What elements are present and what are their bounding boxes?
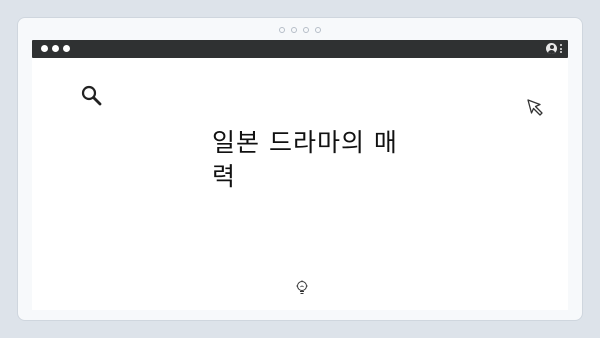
browser-content: 일본 드라마의 매력 xyxy=(32,58,568,310)
cursor-arrow-icon xyxy=(527,99,543,116)
indicator-dot xyxy=(291,27,297,33)
profile-icon[interactable] xyxy=(546,43,557,54)
search-icon xyxy=(81,85,102,106)
frame-indicator-dots xyxy=(279,27,321,33)
window-maximize-dot[interactable] xyxy=(63,45,70,52)
indicator-dot xyxy=(315,27,321,33)
window-controls xyxy=(41,45,70,52)
browser-bar-actions xyxy=(546,43,562,54)
kebab-menu-icon[interactable] xyxy=(560,44,562,53)
indicator-dot xyxy=(279,27,285,33)
window-close-dot[interactable] xyxy=(41,45,48,52)
window-minimize-dot[interactable] xyxy=(52,45,59,52)
browser-title-bar xyxy=(32,40,568,58)
lightbulb-icon xyxy=(296,280,308,294)
page-title: 일본 드라마의 매력 xyxy=(212,128,398,191)
indicator-dot xyxy=(303,27,309,33)
